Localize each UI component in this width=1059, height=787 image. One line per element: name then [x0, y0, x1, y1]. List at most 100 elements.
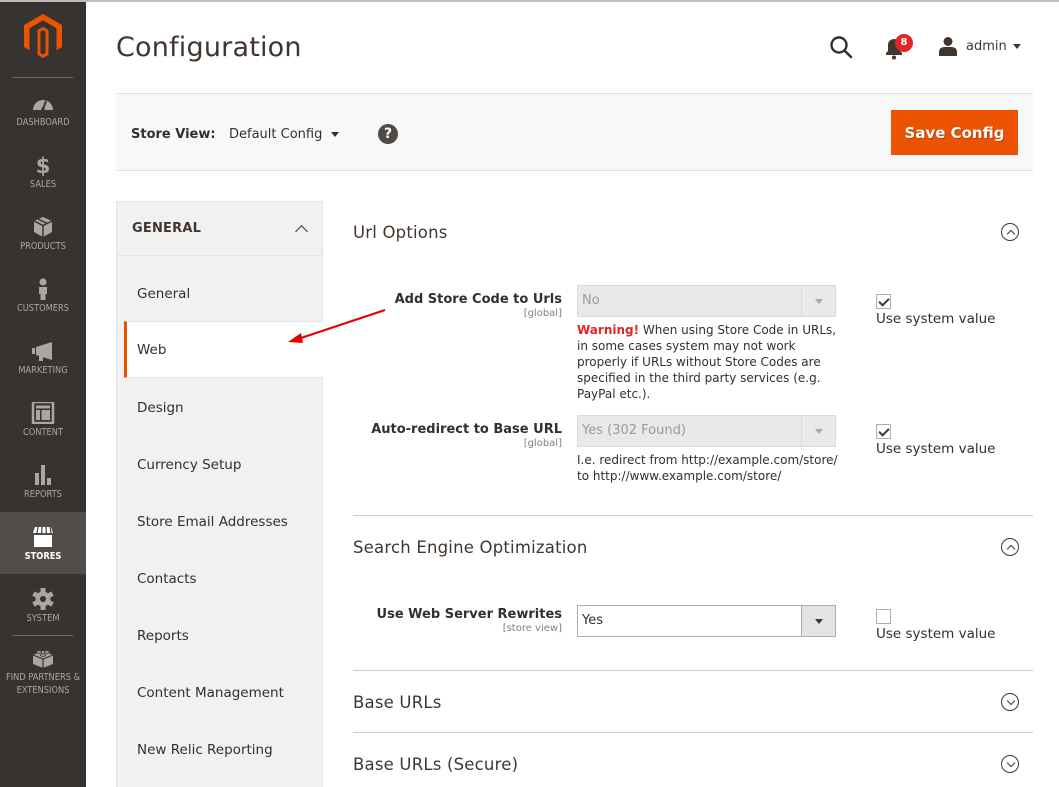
storefront-icon	[33, 526, 53, 547]
section-search-engine-optimization[interactable]: Search Engine Optimization	[353, 532, 1033, 562]
nav-label: SYSTEM	[26, 613, 60, 624]
nav-item-content[interactable]: CONTENT	[0, 402, 86, 464]
expand-icon[interactable]	[1001, 693, 1019, 711]
nav-label: STORES	[24, 551, 62, 562]
tab-content-management[interactable]: Content Management	[117, 664, 322, 721]
tab-new-relic-reporting[interactable]: New Relic Reporting	[117, 721, 322, 778]
gear-icon	[32, 588, 54, 610]
nav-item-customers[interactable]: CUSTOMERS	[0, 278, 86, 340]
tab-design[interactable]: Design	[117, 379, 322, 436]
field-note: Warning! When using Store Code in URLs, …	[577, 322, 842, 402]
nav-item-system[interactable]: SYSTEM	[0, 588, 86, 650]
chevron-down-icon	[1012, 43, 1021, 49]
nav-item-find-partners[interactable]: FIND PARTNERS & EXTENSIONS	[0, 647, 86, 707]
store-view-bar: Store View: Default Config ? Save Config	[116, 93, 1033, 171]
tab-store-email-addresses[interactable]: Store Email Addresses	[117, 493, 322, 550]
checkbox-label: Use system value	[876, 626, 996, 642]
person-icon	[39, 278, 47, 300]
dropdown-arrow-icon	[801, 416, 835, 446]
svg-text:$: $	[36, 154, 51, 176]
store-view-value: Default Config	[229, 127, 323, 142]
section-title: Url Options	[353, 222, 448, 242]
nav-label: MARKETING	[18, 365, 68, 376]
help-icon[interactable]: ?	[378, 124, 398, 144]
select-value: Yes	[582, 613, 603, 628]
nav-item-dashboard[interactable]: DASHBOARD	[0, 92, 86, 154]
collapse-icon[interactable]	[1001, 538, 1019, 556]
nav-item-products[interactable]: PRODUCTS	[0, 216, 86, 278]
use-system-value-add-store-code[interactable]: Use system value	[876, 294, 995, 327]
section-base-urls-secure[interactable]: Base URLs (Secure)	[353, 749, 1033, 779]
tab-group-title: GENERAL	[132, 221, 202, 236]
section-divider	[353, 670, 1033, 671]
section-title: Base URLs (Secure)	[353, 754, 519, 774]
label-text: Use Web Server Rewrites	[376, 607, 562, 622]
tab-contacts[interactable]: Contacts	[117, 550, 322, 607]
nav-label: PRODUCTS	[20, 241, 66, 252]
field-label-add-store-code: Add Store Code to Urls [global]	[395, 292, 562, 319]
checkbox-label: Use system value	[876, 441, 996, 457]
nav-label: SALES	[29, 179, 57, 190]
scope-label: [store view]	[502, 623, 562, 634]
collapse-icon[interactable]	[1001, 223, 1019, 241]
use-system-value-web-server-rewrites[interactable]: Use system value	[876, 609, 995, 642]
section-divider	[353, 732, 1033, 733]
add-store-code-select[interactable]: No	[577, 285, 836, 317]
select-value: No	[582, 293, 600, 308]
tab-web[interactable]: Web	[124, 321, 323, 378]
user-icon	[939, 37, 957, 56]
nav-divider	[12, 635, 73, 636]
bar-chart-icon	[35, 465, 51, 485]
store-view-switcher[interactable]: Default Config	[229, 127, 340, 142]
web-server-rewrites-select[interactable]: Yes	[577, 605, 836, 637]
nav-label: FIND PARTNERS & EXTENSIONS	[5, 672, 81, 696]
nav-item-marketing[interactable]: MARKETING	[0, 340, 86, 402]
use-system-value-auto-redirect[interactable]: Use system value	[876, 424, 995, 457]
lego-brick-icon	[32, 650, 54, 668]
nav-divider	[12, 77, 73, 78]
checkbox-label: Use system value	[876, 311, 996, 327]
warning-label: Warning!	[577, 323, 640, 337]
tab-reports[interactable]: Reports	[117, 607, 322, 664]
checkbox[interactable]	[876, 294, 891, 309]
expand-icon[interactable]	[1001, 755, 1019, 773]
tab-general[interactable]: General	[117, 265, 322, 322]
tab-group-general[interactable]: GENERAL	[117, 202, 322, 256]
store-view-label: Store View:	[131, 127, 216, 142]
label-text: Add Store Code to Urls	[394, 292, 562, 307]
dropdown-arrow-icon	[801, 606, 835, 636]
scope-label: [global]	[523, 438, 562, 449]
box-icon	[33, 217, 53, 237]
nav-label: CONTENT	[22, 427, 64, 438]
dollar-icon: $	[36, 154, 51, 176]
nav-label: REPORTS	[24, 489, 62, 500]
section-base-urls[interactable]: Base URLs	[353, 687, 1033, 717]
checkbox[interactable]	[876, 609, 891, 624]
megaphone-icon	[32, 342, 52, 361]
field-label-web-server-rewrites: Use Web Server Rewrites [store view]	[377, 607, 562, 634]
tab-currency-setup[interactable]: Currency Setup	[117, 436, 322, 493]
checkbox[interactable]	[876, 424, 891, 439]
dashboard-icon	[33, 100, 53, 111]
section-title: Base URLs	[353, 692, 442, 712]
nav-item-sales[interactable]: $ SALES	[0, 154, 86, 216]
chevron-up-icon	[295, 224, 308, 238]
scope-label: [global]	[523, 308, 562, 319]
user-name: admin	[966, 38, 1007, 54]
search-icon[interactable]	[829, 35, 853, 59]
page-title: Configuration	[116, 32, 302, 63]
label-text: Auto-redirect to Base URL	[371, 422, 562, 437]
section-url-options[interactable]: Url Options	[353, 217, 1033, 247]
user-menu[interactable]: admin	[938, 34, 1021, 58]
auto-redirect-select[interactable]: Yes (302 Found)	[577, 415, 836, 447]
magento-logo-icon[interactable]	[23, 14, 63, 58]
notifications-badge[interactable]: 8	[895, 34, 913, 52]
config-tabs: GENERAL General Web Design Currency Setu…	[116, 201, 323, 787]
chevron-down-icon	[331, 132, 340, 137]
admin-sidebar: DASHBOARD $ SALES PRODUCTS CUSTOMERS MAR…	[0, 2, 86, 787]
section-title: Search Engine Optimization	[353, 537, 588, 557]
dropdown-arrow-icon	[801, 286, 835, 316]
section-divider	[353, 515, 1033, 516]
save-config-button[interactable]: Save Config	[891, 110, 1018, 155]
nav-item-stores[interactable]: STORES	[0, 512, 86, 574]
